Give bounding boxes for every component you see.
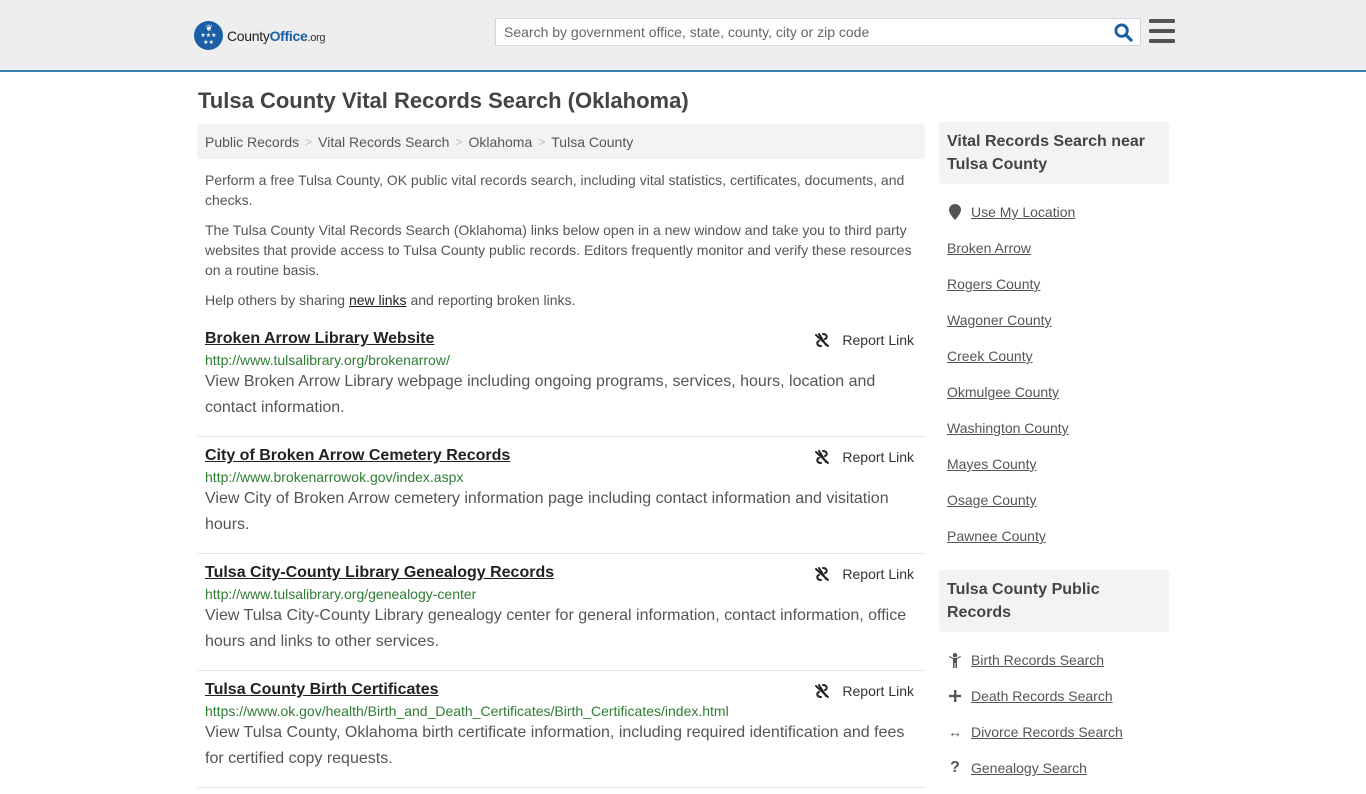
report-link-label: Report Link xyxy=(842,683,914,699)
report-link-button[interactable]: Report Link xyxy=(814,332,914,348)
hamburger-menu-icon[interactable] xyxy=(1149,19,1175,43)
nearby-link-wagoner-county[interactable]: Wagoner County xyxy=(947,312,1052,328)
public-records-list: Birth Records Search Death Records Searc… xyxy=(939,632,1169,794)
breadcrumb-tulsa-county[interactable]: Tulsa County xyxy=(551,134,633,150)
nearby-item: Pawnee County xyxy=(947,518,1169,554)
divorce-records-search-link[interactable]: Divorce Records Search xyxy=(971,724,1123,740)
menu-bar xyxy=(1149,29,1175,33)
results-list: Broken Arrow Library Website Report Link… xyxy=(197,320,925,788)
logo-office-text: Office xyxy=(269,27,308,44)
report-link-button[interactable]: Report Link xyxy=(814,566,914,582)
logo-wordmark: CountyOffice.org xyxy=(227,27,326,44)
child-icon xyxy=(947,652,963,668)
nearby-item: Okmulgee County xyxy=(947,374,1169,410)
report-link-button[interactable]: Report Link xyxy=(814,683,914,699)
breadcrumb-separator: > xyxy=(305,134,313,149)
breadcrumb: Public Records > Vital Records Search > … xyxy=(197,124,925,159)
result-description: View Tulsa City-County Library genealogy… xyxy=(205,607,907,650)
nearby-item: Rogers County xyxy=(947,266,1169,302)
result-url[interactable]: http://www.brokenarrowok.gov/index.aspx xyxy=(205,469,917,485)
broken-link-icon xyxy=(815,450,830,464)
result-description: View City of Broken Arrow cemetery infor… xyxy=(205,490,889,533)
nearby-item: Broken Arrow xyxy=(947,230,1169,266)
report-link-label: Report Link xyxy=(842,566,914,582)
public-records-heading: Tulsa County Public Records xyxy=(939,570,1169,632)
breadcrumb-oklahoma[interactable]: Oklahoma xyxy=(468,134,532,150)
death-records-search-link[interactable]: Death Records Search xyxy=(971,688,1113,704)
menu-bar xyxy=(1149,39,1175,43)
nearby-link-pawnee-county[interactable]: Pawnee County xyxy=(947,528,1046,544)
nearby-item: Wagoner County xyxy=(947,302,1169,338)
public-records-item: Birth Records Search xyxy=(947,642,1169,678)
nearby-item: Creek County xyxy=(947,338,1169,374)
cross-icon xyxy=(947,690,963,702)
breadcrumb-vital-records-search[interactable]: Vital Records Search xyxy=(318,134,449,150)
breadcrumb-public-records[interactable]: Public Records xyxy=(205,134,299,150)
intro-paragraph: Help others by sharing new links and rep… xyxy=(205,290,920,310)
result-title-link[interactable]: Tulsa County Birth Certificates xyxy=(205,681,439,699)
result-url[interactable]: http://www.tulsalibrary.org/brokenarrow/ xyxy=(205,352,917,368)
nearby-list: Use My Location Broken Arrow Rogers Coun… xyxy=(939,184,1169,562)
result-item: Tulsa County Birth Certificates Report L… xyxy=(197,671,925,788)
result-description: View Broken Arrow Library webpage includ… xyxy=(205,373,876,416)
logo-county-text: County xyxy=(227,27,270,44)
intro-text-span: Help others by sharing xyxy=(205,292,349,308)
nearby-item: Mayes County xyxy=(947,446,1169,482)
broken-link-icon xyxy=(815,684,830,698)
logo-tld-text: .org xyxy=(307,31,326,44)
question-icon: ? xyxy=(950,759,960,776)
intro-paragraph: Perform a free Tulsa County, OK public v… xyxy=(205,172,905,208)
public-records-item: ? Genealogy Search xyxy=(947,750,1169,786)
public-records-item: Death Records Search xyxy=(947,678,1169,714)
search-box xyxy=(495,18,1141,46)
arrows-horizontal-icon: ↔ xyxy=(948,724,962,740)
result-item: City of Broken Arrow Cemetery Records Re… xyxy=(197,437,925,554)
report-link-button[interactable]: Report Link xyxy=(814,449,914,465)
result-title-link[interactable]: City of Broken Arrow Cemetery Records xyxy=(205,447,510,465)
nearby-link-mayes-county[interactable]: Mayes County xyxy=(947,456,1036,472)
intro-text-span: and reporting broken links. xyxy=(406,292,576,308)
report-link-label: Report Link xyxy=(842,332,914,348)
nearby-link-creek-county[interactable]: Creek County xyxy=(947,348,1033,364)
page-title: Tulsa County Vital Records Search (Oklah… xyxy=(198,88,689,113)
nearby-heading: Vital Records Search near Tulsa County xyxy=(939,122,1169,184)
result-item: Broken Arrow Library Website Report Link… xyxy=(197,320,925,437)
genealogy-search-link[interactable]: Genealogy Search xyxy=(971,760,1087,776)
public-records-item: ↔ Divorce Records Search xyxy=(947,714,1169,750)
site-header: ❦ ★★★ ★★ CountyOffice.org xyxy=(0,0,1366,72)
nearby-item: Osage County xyxy=(947,482,1169,518)
report-link-label: Report Link xyxy=(842,449,914,465)
intro-text: Perform a free Tulsa County, OK public v… xyxy=(205,170,920,320)
result-url[interactable]: http://www.tulsalibrary.org/genealogy-ce… xyxy=(205,586,917,602)
result-title-link[interactable]: Tulsa City-County Library Genealogy Reco… xyxy=(205,564,554,582)
menu-bar xyxy=(1149,19,1175,23)
search-icon xyxy=(1113,22,1133,42)
result-description: View Tulsa County, Oklahoma birth certif… xyxy=(205,724,905,767)
nearby-link-okmulgee-county[interactable]: Okmulgee County xyxy=(947,384,1059,400)
result-item: Tulsa City-County Library Genealogy Reco… xyxy=(197,554,925,671)
eagle-badge-icon: ❦ ★★★ ★★ xyxy=(194,21,223,50)
intro-paragraph: The Tulsa County Vital Records Search (O… xyxy=(205,222,912,278)
use-my-location-item: Use My Location xyxy=(947,194,1169,230)
map-pin-icon xyxy=(947,204,963,220)
result-title-link[interactable]: Broken Arrow Library Website xyxy=(205,330,434,348)
nearby-link-washington-county[interactable]: Washington County xyxy=(947,420,1069,436)
sidebar: Vital Records Search near Tulsa County U… xyxy=(939,122,1169,794)
site-logo[interactable]: ❦ ★★★ ★★ CountyOffice.org xyxy=(194,21,326,50)
search-button[interactable] xyxy=(1106,19,1140,45)
new-links-link[interactable]: new links xyxy=(349,292,407,308)
breadcrumb-separator: > xyxy=(455,134,463,149)
nearby-link-broken-arrow[interactable]: Broken Arrow xyxy=(947,240,1031,256)
nearby-item: Washington County xyxy=(947,410,1169,446)
breadcrumb-separator: > xyxy=(538,134,546,149)
nearby-link-rogers-county[interactable]: Rogers County xyxy=(947,276,1040,292)
broken-link-icon xyxy=(815,567,830,581)
broken-link-icon xyxy=(815,333,830,347)
result-url[interactable]: https://www.ok.gov/health/Birth_and_Deat… xyxy=(205,703,917,719)
search-input[interactable] xyxy=(496,19,1106,45)
nearby-link-osage-county[interactable]: Osage County xyxy=(947,492,1037,508)
birth-records-search-link[interactable]: Birth Records Search xyxy=(971,652,1104,668)
use-my-location-link[interactable]: Use My Location xyxy=(971,204,1075,220)
